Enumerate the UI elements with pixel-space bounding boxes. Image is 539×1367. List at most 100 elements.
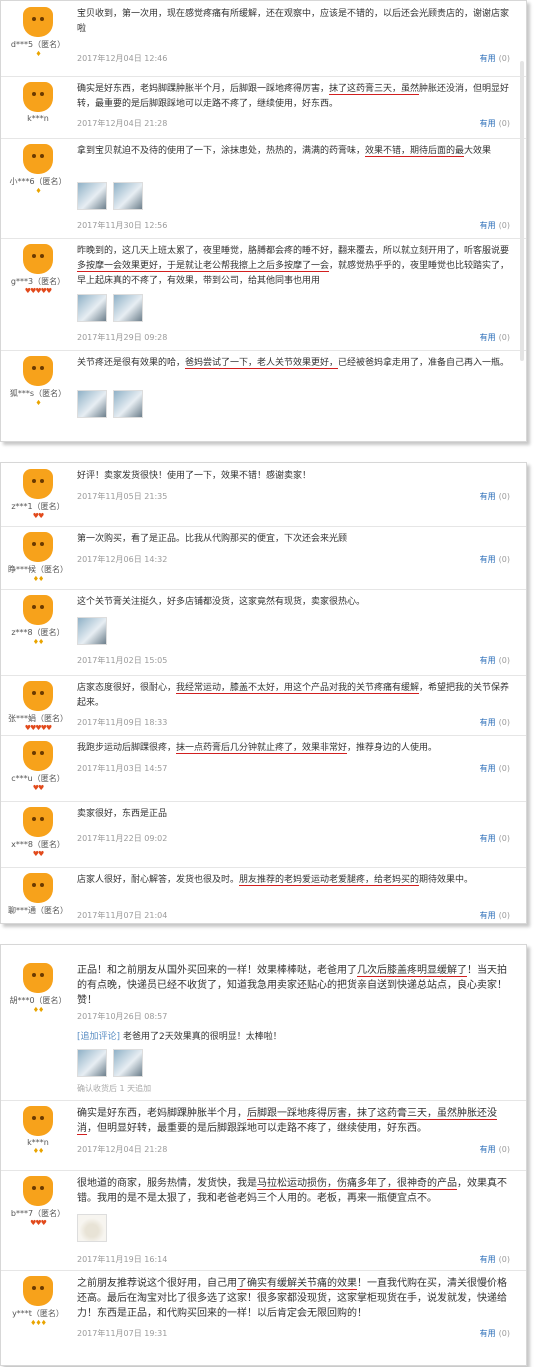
reviewer-name: g***3（匿名） [10,277,66,286]
review-date: 2017年11月29日 09:28 [77,333,168,342]
review-text: 店家态度很好，很耐心，我经常运动，膝盖不太好，用这个产品对我的关节疼痛有缓解，希… [77,683,510,708]
reviewer: d***5（匿名） ♦ [7,7,69,59]
review-photo[interactable] [77,294,107,322]
review-text: 店家人很好，耐心解答，发货也很及时。朋友推荐的老妈爱运动老爱腿疼，给老妈买的期待… [77,875,474,886]
avatar [23,532,53,562]
reviewer: 狐***s（匿名） ♦ [7,356,69,408]
review-panel-3: 胡***0（匿名） ♦♦ 正品！和之前朋友从国外买回来的一样！效果棒棒哒，老爸用… [0,944,527,1366]
review-text: 第一次购买，看了是正品。比我从代购那买的便宜，下次还会来光顾 [77,534,348,544]
avatar [23,681,53,711]
review-text: 好评！卖家发货很快！使用了一下，效果不错！感谢卖家！ [77,471,312,481]
review-date: 2017年11月07日 21:04 [77,911,168,920]
review-text: 昨晚到的，这几天上班太累了，夜里睡觉，胳膊都会疼的睡不好，翻来覆去，所以就立刻开… [77,246,510,286]
helpful-button[interactable]: 有用 (0) [480,53,510,64]
reviewer: b***7（匿名） ♥♥♥ [7,1176,69,1228]
helpful-button[interactable]: 有用 (0) [480,1254,510,1265]
level-badge-icon: ♥♥♥ [30,1219,47,1227]
review-photos [77,390,143,418]
scrollbar[interactable] [520,61,524,361]
reviewer-name: 小***6（匿名） [9,177,67,186]
avatar [23,82,53,112]
review-date: 2017年11月03日 14:57 [77,764,168,773]
avatar [23,873,53,903]
level-badge-icon: ♥♥♥♥♥ [24,724,52,732]
review-photo[interactable] [113,1049,143,1077]
reviewer: z***8（匿名） ♦♦ [7,595,69,647]
helpful-button[interactable]: 有用 (0) [480,763,510,774]
reviewer: z***1（匿名） ♥♥ [7,469,69,521]
review-photos [77,294,143,322]
helpful-button[interactable]: 有用 (0) [480,118,510,129]
review-item: 睁***候（匿名） ♦♦ 第一次购买，看了是正品。比我从代购那买的便宜，下次还会… [1,526,526,590]
avatar [23,7,53,37]
review-item: d***5（匿名） ♦ 宝贝收到，第一次用，现在感觉疼痛有所缓解，还在观察中，应… [1,1,526,77]
reviewer-name: 聊***通（匿名） [8,906,68,915]
reviewer: k***n ♦♦ [7,1106,69,1156]
review-photo[interactable] [77,1214,107,1242]
review-text: 卖家很好，东西是正品 [77,809,168,819]
follow-up-tag: [追加评论] [77,1032,121,1042]
helpful-button[interactable]: 有用 (0) [480,910,510,921]
avatar [23,144,53,174]
review-photo[interactable] [113,294,143,322]
reviewer-name: x***8（匿名） [11,840,65,849]
review-date: 2017年12月04日 12:46 [77,54,168,63]
avatar [23,807,53,837]
review-text: 之前朋友推荐说这个很好用，自己用了确实有缓解关节痛的效果！一直我代购在买，清关很… [77,1278,507,1319]
reviewer: 胡***0（匿名） ♦♦ [7,963,69,1015]
reviewer-name: b***7（匿名） [10,1209,66,1218]
avatar [23,1176,53,1206]
level-badge-icon: ♦♦ [32,575,45,583]
avatar [23,1276,53,1306]
reviewer-name: z***1（匿名） [11,502,65,511]
reviewer-name: 张***娟（匿名） [8,714,68,723]
avatar [23,469,53,499]
reviewer-name: z***8（匿名） [11,628,65,637]
review-date: 2017年11月22日 09:02 [77,834,168,843]
review-item: k***n ♦♦ 确实是好东西，老妈脚踝肿胀半个月，后脚跟一踩地疼得厉害，抹了这… [1,1100,526,1171]
review-photo[interactable] [77,390,107,418]
avatar [23,244,53,274]
review-item: x***8（匿名） ♥♥ 卖家很好，东西是正品 2017年11月22日 09:0… [1,801,526,868]
review-date: 2017年11月02日 15:05 [77,656,168,665]
helpful-button[interactable]: 有用 (0) [480,554,510,565]
review-photo[interactable] [113,182,143,210]
helpful-button[interactable]: 有用 (0) [480,717,510,728]
review-text: 拿到宝贝就迫不及待的使用了一下，涂抹患处，热热的，满满的药膏味，效果不错，期待后… [77,146,492,157]
review-photo[interactable] [77,182,107,210]
reviewer: 张***娟（匿名） ♥♥♥♥♥ [7,681,69,733]
helpful-button[interactable]: 有用 (0) [480,1144,510,1155]
review-text: 很地道的商家，服务热情，发货快，我是马拉松运动损伤，伤痛多年了，很神奇的产品，效… [77,1178,507,1204]
review-photos [77,1049,143,1077]
level-badge-icon: ♦ [35,50,41,58]
helpful-button[interactable]: 有用 (0) [480,220,510,231]
reviewer-name: 狐***s（匿名） [9,389,67,398]
review-photos [77,1214,107,1242]
reviewer: 聊***通（匿名） [7,873,69,916]
reviewer-name: y***t（匿名） [12,1309,64,1318]
review-photo[interactable] [113,390,143,418]
helpful-button[interactable]: 有用 (0) [480,655,510,666]
review-item: z***8（匿名） ♦♦ 这个关节膏关注挺久，好多店铺都没货，这家竟然有现货，卖… [1,589,526,676]
review-item: c***u（匿名） ♥♥ 我跑步运动后脚踝很疼，抹一点药膏后几分钟就止疼了，效果… [1,735,526,802]
level-badge-icon: ♥♥ [32,784,45,792]
reviewer-name: k***n [27,114,49,123]
helpful-button[interactable]: 有用 (0) [480,833,510,844]
review-photo[interactable] [77,1049,107,1077]
reviewer-name: 胡***0（匿名） [9,996,67,1005]
helpful-button[interactable]: 有用 (0) [480,332,510,343]
level-badge-icon: ♥♥ [32,850,45,858]
review-photo[interactable] [77,617,107,645]
review-text: 这个关节膏关注挺久，好多店铺都没货，这家竟然有现货，卖家很热心。 [77,597,366,607]
review-text: 关节疼还是很有效果的哈，爸妈尝试了一下，老人关节效果更好，已经被爸妈拿走用了，准… [77,358,510,369]
review-date: 2017年11月07日 19:31 [77,1329,168,1338]
review-text: 宝贝收到，第一次用，现在感觉疼痛有所缓解，还在观察中，应该是不错的，以后还会光顾… [77,9,510,34]
review-text: 确实是好东西，老妈脚踝肿胀半个月，后脚跟一踩地疼得厉害，抹了这药膏三天，虽然肿胀… [77,84,510,109]
avatar [23,1106,53,1136]
avatar [23,595,53,625]
helpful-button[interactable]: 有用 (0) [480,491,510,502]
review-item: 聊***通（匿名） 店家人很好，耐心解答，发货也很及时。朋友推荐的老妈爱运动老爱… [1,867,526,923]
review-item: b***7（匿名） ♥♥♥ 很地道的商家，服务热情，发货快，我是马拉松运动损伤，… [1,1170,526,1271]
reviewer: k***n [7,82,69,123]
helpful-button[interactable]: 有用 (0) [480,1328,510,1339]
